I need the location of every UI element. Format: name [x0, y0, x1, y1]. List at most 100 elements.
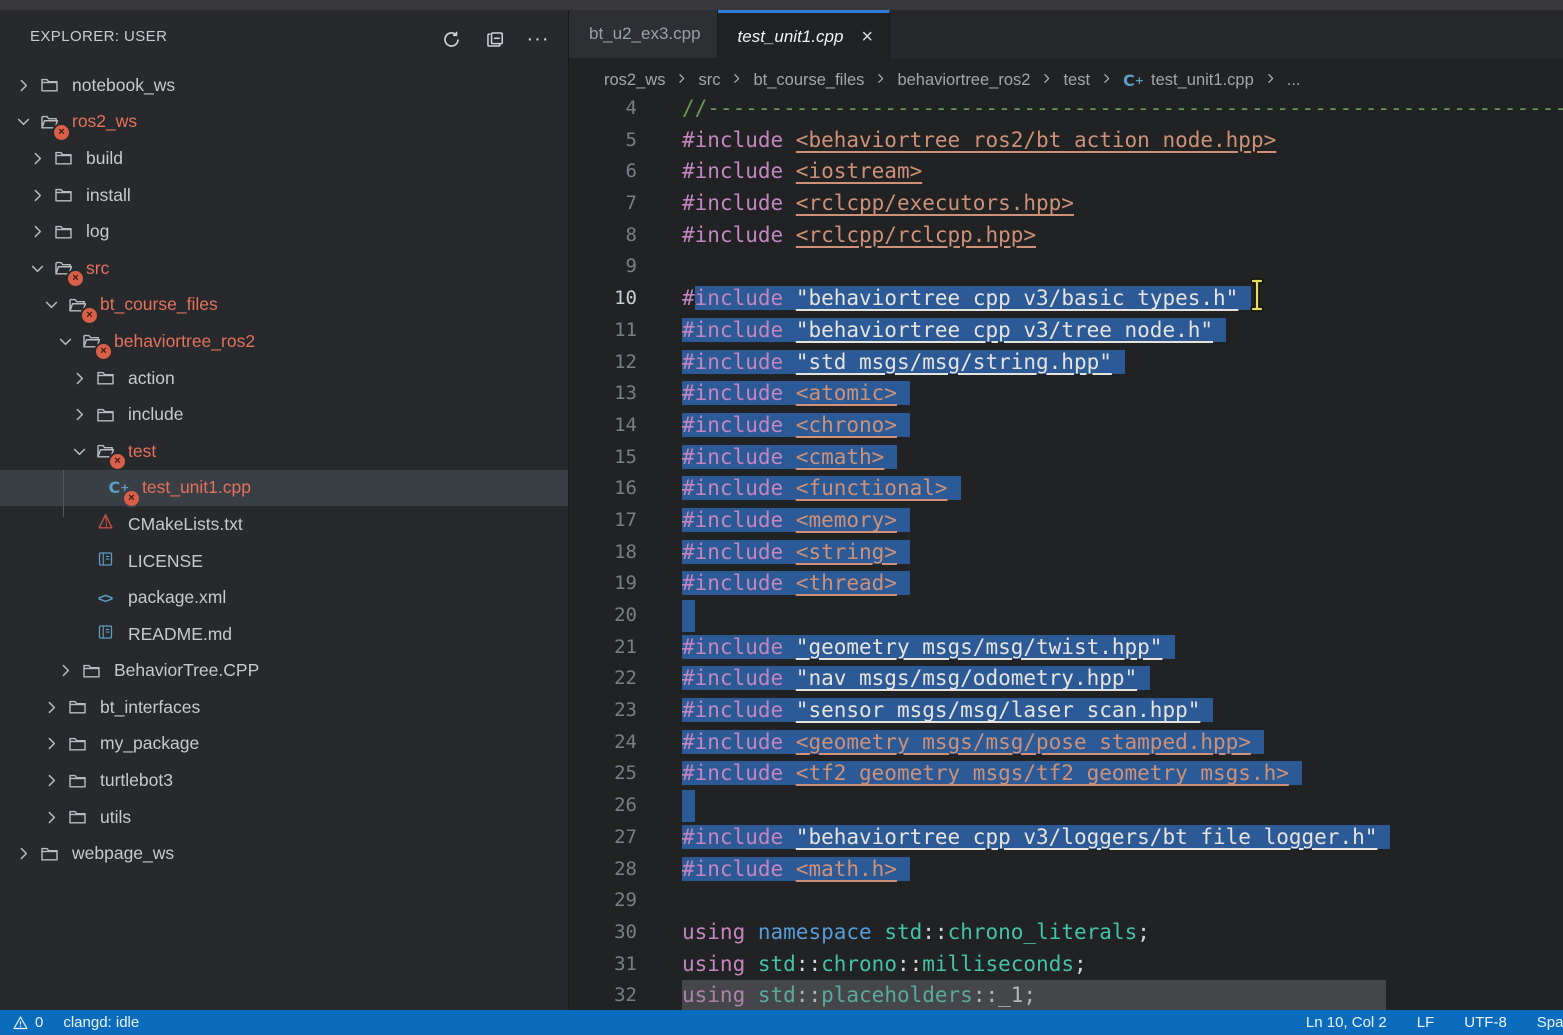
code-line-23[interactable]: 23#include "sensor_msgs/msg/laser_scan.h… [569, 695, 1563, 727]
refresh-explorer-icon[interactable] [436, 24, 466, 54]
code-line-10[interactable]: 10#include "behaviortree_cpp_v3/basic_ty… [569, 283, 1563, 315]
breadcrumb-item-ros2-ws[interactable]: ros2_ws [604, 71, 665, 90]
chevron-right-icon[interactable] [38, 806, 64, 828]
code-line-31[interactable]: 31using std::chrono::milliseconds; [569, 949, 1563, 981]
code-area[interactable]: 4//-------------------------------------… [569, 93, 1563, 1012]
chevron-right-icon[interactable] [38, 696, 64, 718]
breadcrumb-item--[interactable]: ... [1287, 71, 1301, 90]
chevron-right-icon[interactable] [24, 221, 50, 243]
chevron-right-icon[interactable] [52, 660, 78, 682]
chevron-down-icon[interactable] [38, 294, 64, 316]
tree-item-include[interactable]: include [0, 396, 568, 433]
tree-item-webpage-ws[interactable]: webpage_ws [0, 835, 568, 872]
code-line-7[interactable]: 7#include <rclcpp/executors.hpp> [569, 188, 1563, 220]
code-line-16[interactable]: 16#include <functional> [569, 473, 1563, 505]
collapse-folders-icon[interactable] [479, 24, 509, 54]
code-line-18[interactable]: 18#include <string> [569, 537, 1563, 569]
line-content [637, 251, 682, 283]
tree-item-install[interactable]: install [0, 177, 568, 214]
line-number: 32 [569, 980, 637, 1012]
code-line-26[interactable]: 26 [569, 790, 1563, 822]
tree-item-license[interactable]: LICENSE [0, 543, 568, 580]
code-line-21[interactable]: 21#include "geometry_msgs/msg/twist.hpp" [569, 632, 1563, 664]
chevron-right-icon[interactable] [38, 733, 64, 755]
code-line-6[interactable]: 6#include <iostream> [569, 156, 1563, 188]
breadcrumb-item-bt-course-files[interactable]: bt_course_files [753, 71, 864, 90]
code-line-27[interactable]: 27#include "behaviortree_cpp_v3/loggers/… [569, 822, 1563, 854]
tree-item-readme-md[interactable]: README.md [0, 616, 568, 653]
code-line-30[interactable]: 30using namespace std::chrono_literals; [569, 917, 1563, 949]
tree-item-ros2-ws[interactable]: ×ros2_ws [0, 104, 568, 141]
code-line-29[interactable]: 29 [569, 885, 1563, 917]
explorer-sidebar: EXPLORER: USER ··· notebook_ws×ros2_wsbu… [0, 10, 569, 1010]
code-line-9[interactable]: 9 [569, 251, 1563, 283]
close-tab-icon[interactable]: × [861, 28, 873, 46]
chevron-right-icon[interactable] [38, 770, 64, 792]
breadcrumb-separator-icon [730, 72, 743, 89]
chevron-right-icon[interactable] [66, 367, 92, 389]
code-line-8[interactable]: 8#include <rclcpp/rclcpp.hpp> [569, 220, 1563, 252]
folder-icon [78, 659, 104, 683]
tree-item-test-unit1-cpp[interactable]: C+×test_unit1.cpp [0, 470, 568, 507]
code-line-28[interactable]: 28#include <math.h> [569, 854, 1563, 886]
code-line-24[interactable]: 24#include <geometry_msgs/msg/pose_stamp… [569, 727, 1563, 759]
code-line-13[interactable]: 13#include <atomic> [569, 378, 1563, 410]
tree-item-behaviortree-ros2[interactable]: ×behaviortree_ros2 [0, 323, 568, 360]
tab-bt-u2-ex3-cpp[interactable]: bt_u2_ex3.cpp [569, 10, 718, 58]
folder-icon [92, 366, 118, 390]
editor-group[interactable]: bt_u2_ex3.cpptest_unit1.cpp× ros2_ws src b… [569, 10, 1563, 1010]
more-actions-icon[interactable]: ··· [523, 24, 553, 54]
tree-item-build[interactable]: build [0, 140, 568, 177]
code-line-15[interactable]: 15#include <cmath> [569, 442, 1563, 474]
horizontal-scrollbar[interactable] [682, 980, 1386, 1010]
encoding-indicator[interactable]: UTF-8 [1464, 1014, 1507, 1031]
code-line-4[interactable]: 4//-------------------------------------… [569, 93, 1563, 125]
chevron-right-icon[interactable] [10, 74, 36, 96]
breadcrumb-item-test-unit1-cpp[interactable]: C+test_unit1.cpp [1123, 71, 1254, 90]
breadcrumb-item-src[interactable]: src [698, 71, 720, 90]
code-line-5[interactable]: 5#include <behaviortree_ros2/bt_action_n… [569, 125, 1563, 157]
error-badge: × [96, 344, 111, 359]
chevron-right-icon[interactable] [24, 147, 50, 169]
code-line-12[interactable]: 12#include "std_msgs/msg/string.hpp" [569, 347, 1563, 379]
code-line-17[interactable]: 17#include <memory> [569, 505, 1563, 537]
breadcrumb-separator-icon [1040, 72, 1053, 89]
problems-indicator[interactable]: 0 [12, 1014, 43, 1031]
tree-item-notebook-ws[interactable]: notebook_ws [0, 67, 568, 104]
chevron-down-icon[interactable] [24, 257, 50, 279]
chevron-right-icon[interactable] [66, 404, 92, 426]
tree-item-turtlebot3[interactable]: turtlebot3 [0, 762, 568, 799]
folder-icon [64, 805, 90, 829]
indentation-indicator[interactable]: Spac [1537, 1014, 1563, 1031]
code-line-14[interactable]: 14#include <chrono> [569, 410, 1563, 442]
chevron-down-icon[interactable] [52, 330, 78, 352]
clangd-status[interactable]: clangd: idle [63, 1014, 139, 1031]
tree-item-test[interactable]: ×test [0, 433, 568, 470]
code-line-20[interactable]: 20 [569, 600, 1563, 632]
tree-item-action[interactable]: action [0, 360, 568, 397]
code-line-22[interactable]: 22#include "nav_msgs/msg/odometry.hpp" [569, 663, 1563, 695]
code-line-19[interactable]: 19#include <thread> [569, 568, 1563, 600]
chevron-right-icon[interactable] [10, 843, 36, 865]
tree-item-behaviortree-cpp[interactable]: BehaviorTree.CPP [0, 653, 568, 690]
eol-indicator[interactable]: LF [1417, 1014, 1435, 1031]
tree-item-bt-course-files[interactable]: ×bt_course_files [0, 287, 568, 324]
tree-item-log[interactable]: log [0, 213, 568, 250]
tree-item-bt-interfaces[interactable]: bt_interfaces [0, 689, 568, 726]
tab-test-unit1-cpp[interactable]: test_unit1.cpp× [718, 10, 891, 61]
tree-item-src[interactable]: ×src [0, 250, 568, 287]
tree-item-package-xml[interactable]: <>package.xml [0, 579, 568, 616]
tree-item-cmakelists-txt[interactable]: CMakeLists.txt [0, 506, 568, 543]
code-line-11[interactable]: 11#include "behaviortree_cpp_v3/tree_nod… [569, 315, 1563, 347]
tab-bar: bt_u2_ex3.cpptest_unit1.cpp× [569, 10, 1563, 58]
breadcrumb-separator-icon [874, 72, 887, 89]
chevron-down-icon[interactable] [10, 111, 36, 133]
tree-item-utils[interactable]: utils [0, 799, 568, 836]
code-line-25[interactable]: 25#include <tf2_geometry_msgs/tf2_geomet… [569, 758, 1563, 790]
tree-item-my-package[interactable]: my_package [0, 726, 568, 763]
chevron-right-icon[interactable] [24, 184, 50, 206]
chevron-down-icon[interactable] [66, 440, 92, 462]
breadcrumb-item-test[interactable]: test [1063, 71, 1090, 90]
cursor-position[interactable]: Ln 10, Col 2 [1306, 1014, 1387, 1031]
breadcrumb-item-behaviortree-ros2[interactable]: behaviortree_ros2 [897, 71, 1030, 90]
